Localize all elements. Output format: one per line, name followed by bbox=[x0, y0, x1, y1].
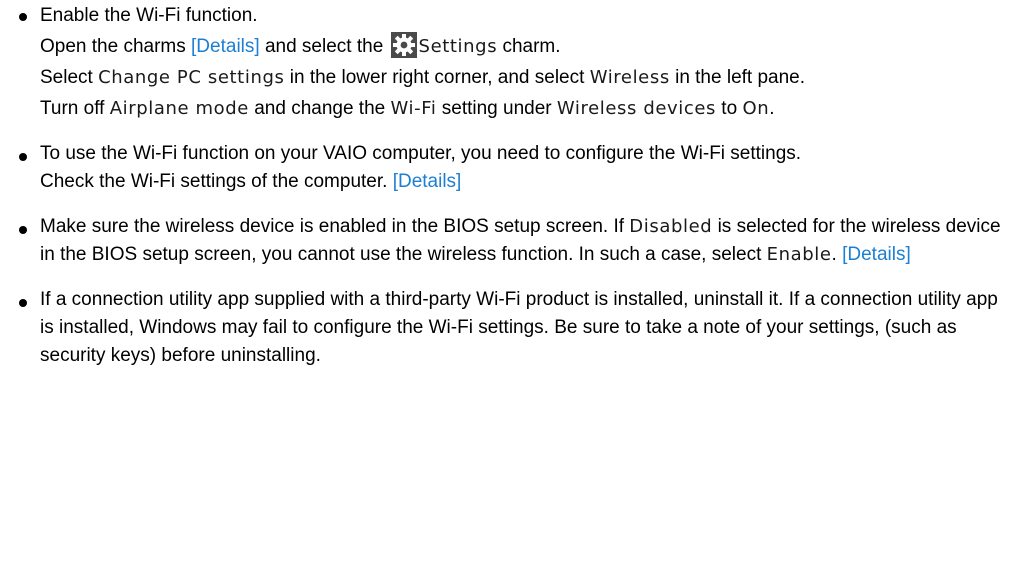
item-text: Make sure the wireless device is enabled… bbox=[40, 216, 630, 237]
step-text: to bbox=[716, 98, 743, 119]
bullet-icon bbox=[19, 299, 27, 307]
step-change-pc-settings: Select Change PC settings in the lower r… bbox=[40, 64, 1011, 92]
item-text: . bbox=[831, 244, 843, 265]
item-text: If a connection utility app supplied wit… bbox=[40, 289, 998, 366]
step-text: setting under bbox=[436, 98, 557, 119]
details-link[interactable]: [Details] bbox=[842, 244, 911, 265]
step-text: Open the charms bbox=[40, 36, 192, 57]
troubleshooting-list: Enable the Wi-Fi function. Open the char… bbox=[0, 0, 1011, 387]
step-text: charm. bbox=[497, 36, 561, 57]
list-item-enable-wifi: Enable the Wi-Fi function. Open the char… bbox=[0, 0, 1011, 123]
change-pc-settings-label: Change PC settings bbox=[98, 67, 285, 88]
item-heading: Enable the Wi-Fi function. bbox=[40, 2, 1011, 30]
bullet-icon bbox=[19, 13, 27, 21]
item-text-block: To use the Wi-Fi function on your VAIO c… bbox=[40, 140, 1011, 168]
wifi-label: Wi-Fi bbox=[390, 98, 437, 119]
step-text: . bbox=[769, 98, 775, 119]
wireless-devices-label: Wireless devices bbox=[556, 98, 717, 119]
disabled-label: Disabled bbox=[629, 216, 713, 237]
on-label: On bbox=[742, 98, 770, 119]
bullet-icon bbox=[19, 226, 27, 234]
details-link[interactable]: [Details] bbox=[191, 36, 260, 57]
step-text: and change the bbox=[248, 98, 391, 119]
item-text: To use the Wi-Fi function on your VAIO c… bbox=[40, 143, 802, 164]
step-text: Turn off bbox=[40, 98, 110, 119]
step-airplane-mode: Turn off Airplane mode and change the Wi… bbox=[40, 95, 1011, 123]
list-item-bios: Make sure the wireless device is enabled… bbox=[0, 213, 1011, 269]
gear-icon bbox=[390, 32, 417, 58]
settings-charm-label: Settings bbox=[418, 36, 498, 57]
airplane-mode-label: Airplane mode bbox=[109, 98, 249, 119]
step-text: and select the bbox=[259, 36, 389, 57]
list-item-utility-app: If a connection utility app supplied wit… bbox=[0, 286, 1011, 370]
item-text-block: If a connection utility app supplied wit… bbox=[40, 286, 1011, 370]
item-text: Enable the Wi-Fi function. bbox=[40, 5, 258, 26]
step-text: Select bbox=[40, 67, 99, 88]
item-text-block: Make sure the wireless device is enabled… bbox=[40, 213, 1011, 269]
wireless-label: Wireless bbox=[589, 67, 670, 88]
step-open-charms: Open the charms [Details] and select the… bbox=[40, 32, 1011, 61]
enable-label: Enable bbox=[766, 244, 832, 265]
details-link[interactable]: [Details] bbox=[393, 171, 462, 192]
bullet-icon bbox=[19, 153, 27, 161]
list-item-configure-wifi: To use the Wi-Fi function on your VAIO c… bbox=[0, 140, 1011, 196]
step-text: in the lower right corner, and select bbox=[284, 67, 590, 88]
check-settings-line: Check the Wi-Fi settings of the computer… bbox=[40, 168, 1011, 196]
step-text: in the left pane. bbox=[669, 67, 806, 88]
step-text: Check the Wi-Fi settings of the computer… bbox=[40, 171, 393, 192]
